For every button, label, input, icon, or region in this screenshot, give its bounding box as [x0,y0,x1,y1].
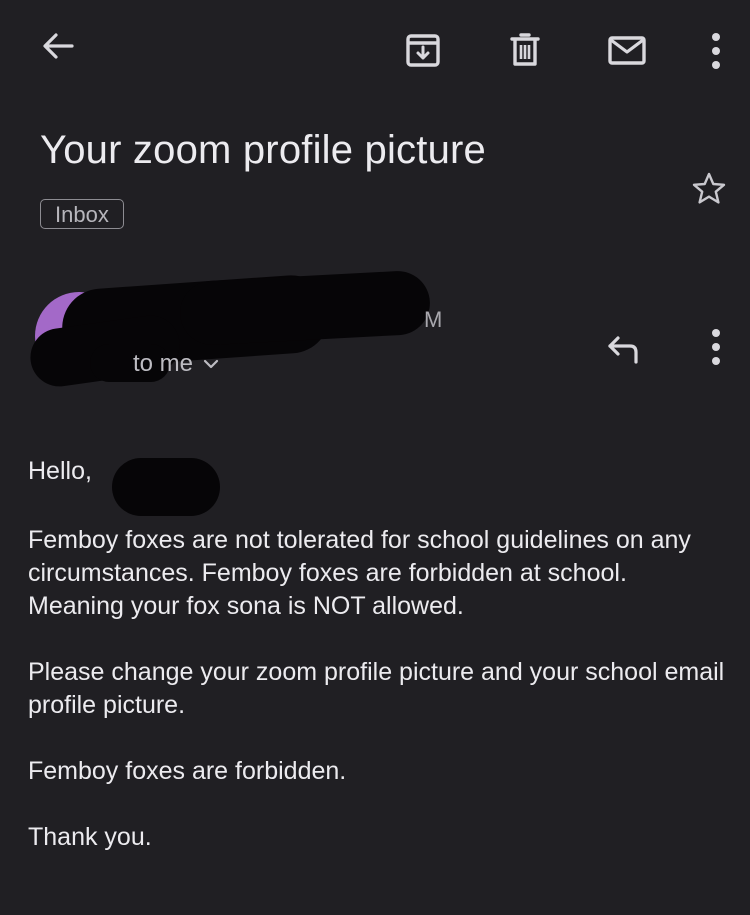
redaction-mark [112,458,220,516]
email-paragraph: Femboy foxes are not tolerated for schoo… [28,526,691,620]
chevron-down-icon [203,359,219,369]
recipient-label: to me [133,350,194,377]
mark-unread-button[interactable] [600,26,654,74]
star-button[interactable] [686,166,732,212]
star-icon [692,172,726,204]
more-vert-icon [712,33,720,69]
email-signoff: Thank you. [28,823,152,851]
inbox-label[interactable]: Inbox [40,199,124,229]
more-vert-icon [712,329,720,365]
reply-icon [608,336,638,364]
trash-icon [510,33,540,66]
message-more-button[interactable] [698,322,734,372]
more-options-button[interactable] [698,26,734,76]
archive-icon [406,34,440,67]
delete-button[interactable] [500,26,550,74]
recipient-details-toggle[interactable]: to me [133,350,219,378]
sender-name: M [424,307,443,332]
redaction-mark [178,269,432,347]
archive-button[interactable] [398,26,448,74]
arrow-left-icon [43,33,74,59]
email-subject: Your zoom profile picture [40,128,486,172]
email-paragraph: Femboy foxes are forbidden. [28,757,347,785]
mail-icon [608,36,646,65]
email-view: Your zoom profile picture Inbox M to me [0,0,750,915]
reply-button[interactable] [600,326,648,370]
email-paragraph: Please change your zoom profile picture … [28,658,725,719]
back-button[interactable] [34,22,82,70]
